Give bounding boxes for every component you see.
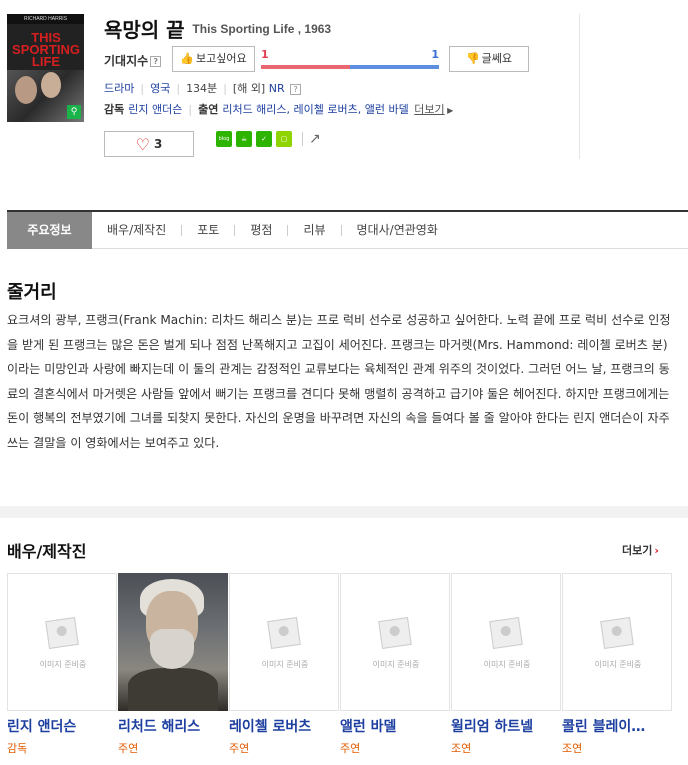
movie-title: 욕망의 끝 (104, 18, 185, 42)
person-name[interactable]: 리처드 해리스 (118, 716, 228, 736)
poster-title-art: THIS SPORTING LIFE (12, 30, 80, 69)
help-icon[interactable]: ? (150, 56, 162, 67)
credits-more-link[interactable]: 더보기 (414, 103, 444, 116)
person-name[interactable]: 윌리엄 하트넬 (451, 716, 561, 736)
share-icon[interactable]: ↗ (309, 131, 321, 147)
person-name[interactable]: 레이첼 로버츠 (229, 716, 339, 736)
want-to-see-label: 보고싶어요 (196, 52, 247, 65)
movie-poster[interactable]: RICHARD HARRIS THIS SPORTING LIFE ⚲ (7, 14, 84, 122)
person-role: 조연 (562, 742, 583, 755)
want-bar-fill (261, 65, 350, 69)
not-sure-label: 글쎄요 (481, 52, 513, 65)
tab-main-info[interactable]: 주요정보 (7, 212, 92, 249)
cast-more-label: 더보기 (622, 544, 653, 557)
movie-header: RICHARD HARRIS THIS SPORTING LIFE ⚲ 욕망의 … (0, 0, 688, 200)
movie-original-title: This Sporting Life , 1963 (192, 21, 332, 36)
memo-share-icon[interactable]: ▢ (276, 131, 292, 147)
cast-card[interactable]: 이미지 준비중 윌리엄 하트넬 조연 (451, 573, 561, 765)
person-photo-placeholder[interactable]: 이미지 준비중 (451, 573, 561, 711)
cast-label: 출연 (198, 103, 219, 116)
tab-review[interactable]: 리뷰 (288, 212, 340, 249)
synopsis-text: 요크셔의 광부, 프랭크(Frank Machin: 리차드 해리스 분)는 프… (7, 313, 671, 450)
image-placeholder-icon (267, 617, 301, 649)
not-sure-button[interactable]: 👎 글쎄요 (449, 46, 529, 72)
person-name[interactable]: 린지 앤더슨 (7, 716, 117, 736)
cast-card[interactable]: 리처드 해리스 주연 (118, 573, 228, 765)
help-icon[interactable]: ? (290, 83, 302, 95)
placeholder-text: 이미지 준비중 (261, 660, 309, 669)
poster-figure (15, 76, 37, 104)
synopsis-title: 줄거리 (7, 282, 57, 303)
person-photo-placeholder[interactable]: 이미지 준비중 (340, 573, 450, 711)
placeholder-text: 이미지 준비중 (39, 660, 87, 669)
person-name[interactable]: 콜린 블레이… (562, 716, 672, 736)
blog-share-icon[interactable]: blog (216, 131, 232, 147)
image-placeholder-icon (378, 617, 412, 649)
tab-photo[interactable]: 포토 (182, 212, 234, 249)
image-placeholder-icon (45, 617, 79, 649)
person-photo-placeholder[interactable]: 이미지 준비중 (229, 573, 339, 711)
placeholder-text: 이미지 준비중 (372, 660, 420, 669)
chevron-right-icon: › (654, 544, 659, 557)
cast-more-link[interactable]: 더보기 › (622, 542, 659, 558)
cast-card[interactable]: 이미지 준비중 콜린 블레이… 조연 (562, 573, 672, 765)
placeholder-text: 이미지 준비중 (594, 660, 642, 669)
country-link[interactable]: 영국 (150, 82, 170, 95)
expectation-label-text: 기대지수 (104, 54, 149, 68)
share-bar: blog ☕ ✓ ▢ ↗ (216, 131, 321, 149)
person-role: 감독 (7, 742, 28, 755)
like-count: 3 (153, 137, 163, 151)
credits-row: 감독 린지 앤더슨 | 출연 리처드 해리스, 레이첼 로버츠, 앨런 바델 더보기 ▶ (104, 103, 454, 116)
director-link[interactable]: 린지 앤더슨 (128, 103, 182, 116)
nope-bar-fill (350, 65, 439, 69)
chevron-right-icon: ▶ (444, 106, 454, 115)
poster-top-text: RICHARD HARRIS (7, 14, 84, 24)
nope-count: 1 (431, 48, 439, 61)
thumbs-up-icon: 👍 (180, 52, 195, 65)
cast-card[interactable]: 이미지 준비중 린지 앤더슨 감독 (7, 573, 117, 765)
movie-meta: 드라마 | 영국 | 134분 | [해 외] NR ? (104, 80, 302, 96)
cast-section-title: 배우/제작진 (7, 542, 87, 561)
person-role: 주연 (340, 742, 361, 755)
cast-links[interactable]: 리처드 해리스, 레이첼 로버츠, 앨런 바델 (222, 103, 408, 116)
cast-card[interactable]: 이미지 준비중 레이첼 로버츠 주연 (229, 573, 339, 765)
section-divider (0, 506, 688, 518)
image-placeholder-icon (600, 617, 634, 649)
cast-card[interactable]: 이미지 준비중 앨런 바델 주연 (340, 573, 450, 765)
tab-quotes-related[interactable]: 명대사/연관영화 (342, 212, 453, 249)
image-placeholder-icon (489, 617, 523, 649)
tab-rating[interactable]: 평점 (235, 212, 287, 249)
release-info: [해 외] (232, 82, 266, 95)
person-photo-placeholder[interactable]: 이미지 준비중 (7, 573, 117, 711)
person-photo[interactable] (118, 573, 228, 711)
runtime: 134분 (186, 82, 218, 95)
zoom-icon[interactable]: ⚲ (67, 105, 81, 119)
person-role: 주연 (229, 742, 250, 755)
tab-bar: 주요정보 배우/제작진 포토 평점 리뷰 명대사/연관영화 (7, 210, 688, 249)
cafe-share-icon[interactable]: ☕ (236, 131, 252, 147)
divider (579, 14, 580, 159)
person-role: 조연 (451, 742, 472, 755)
person-role: 주연 (118, 742, 139, 755)
person-name[interactable]: 앨런 바델 (340, 716, 450, 736)
director-label: 감독 (104, 103, 125, 116)
expectation-label: 기대지수? (104, 52, 162, 69)
heart-icon: ♡ (135, 134, 150, 154)
thumbs-down-icon: 👎 (465, 52, 480, 65)
tab-cast-crew[interactable]: 배우/제작진 (92, 212, 181, 249)
placeholder-text: 이미지 준비중 (483, 660, 531, 669)
expectation-bar: 1 1 (261, 48, 439, 70)
want-count: 1 (261, 48, 269, 61)
person-photo-placeholder[interactable]: 이미지 준비중 (562, 573, 672, 711)
title-row: 욕망의 끝 This Sporting Life , 1963 (104, 14, 331, 43)
expectation-row: 기대지수? 👍 보고싶어요 1 1 👎 글쎄요 (104, 46, 534, 72)
like-button[interactable]: ♡ 3 (104, 131, 194, 157)
genre-link[interactable]: 드라마 (104, 82, 134, 95)
rating-link[interactable]: NR (269, 82, 285, 95)
bookmark-share-icon[interactable]: ✓ (256, 131, 272, 147)
want-to-see-button[interactable]: 👍 보고싶어요 (172, 46, 255, 72)
poster-figure (41, 72, 61, 98)
